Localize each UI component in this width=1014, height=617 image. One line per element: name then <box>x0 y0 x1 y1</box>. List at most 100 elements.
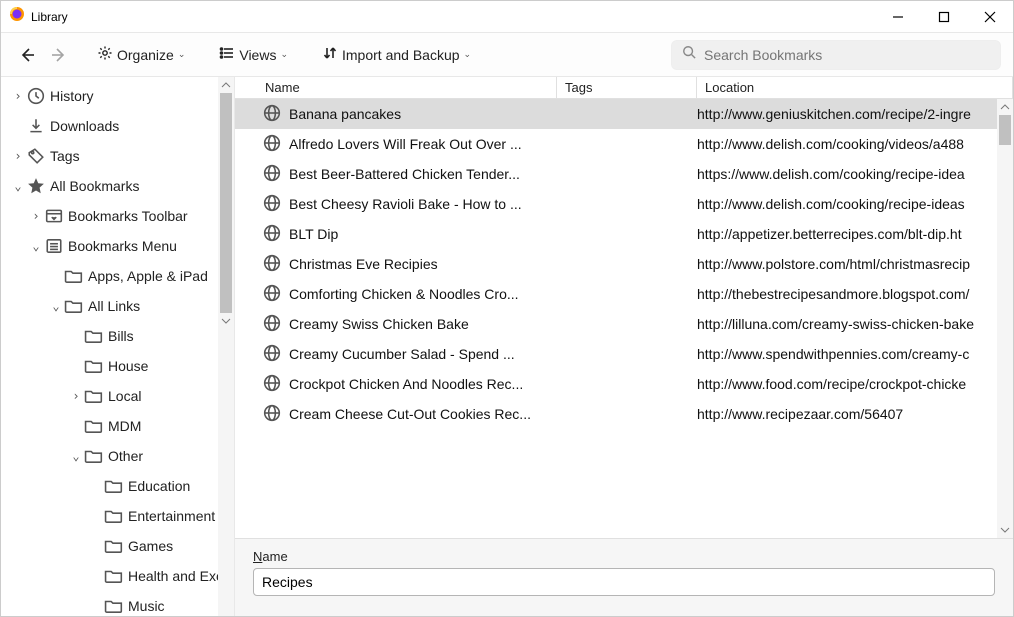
globe-icon <box>263 134 289 155</box>
views-button[interactable]: Views ⌄ <box>213 41 294 68</box>
import-backup-button[interactable]: Import and Backup ⌄ <box>316 41 477 68</box>
sidebar-item-downloads[interactable]: Downloads <box>1 111 234 141</box>
sidebar-item-health[interactable]: Health and Exe <box>1 561 234 591</box>
sidebar-item-tags[interactable]: › Tags <box>1 141 234 171</box>
folder-icon <box>65 267 83 285</box>
forward-button[interactable] <box>45 43 73 67</box>
list-row[interactable]: Christmas Eve Recipieshttp://www.polstor… <box>235 249 1013 279</box>
main-list: Name Tags Location Banana pancakeshttp:/… <box>235 77 1013 616</box>
sidebar-item-entertainment[interactable]: Entertainment <box>1 501 234 531</box>
folder-icon <box>85 447 103 465</box>
search-box[interactable] <box>671 40 1001 70</box>
import-label: Import and Backup <box>342 47 460 63</box>
scroll-up-icon[interactable] <box>218 77 234 93</box>
globe-icon <box>263 284 289 305</box>
list-icon <box>219 45 235 64</box>
scroll-down-icon[interactable] <box>997 522 1013 538</box>
sidebar-item-house[interactable]: House <box>1 351 234 381</box>
star-icon <box>27 177 45 195</box>
maximize-button[interactable] <box>921 1 967 33</box>
sidebar-item-mdm[interactable]: MDM <box>1 411 234 441</box>
firefox-icon <box>9 6 25 27</box>
close-button[interactable] <box>967 1 1013 33</box>
list-row[interactable]: Cream Cheese Cut-Out Cookies Rec...http:… <box>235 399 1013 429</box>
titlebar: Library <box>1 1 1013 33</box>
sidebar-item-local[interactable]: › Local <box>1 381 234 411</box>
column-header-tags[interactable]: Tags <box>557 77 697 98</box>
sidebar-item-label: Games <box>128 538 173 554</box>
list-scrollbar[interactable] <box>997 99 1013 538</box>
sidebar-item-bookmarks-menu[interactable]: ⌄ Bookmarks Menu <box>1 231 234 261</box>
sidebar-item-other[interactable]: ⌄ Other <box>1 441 234 471</box>
scroll-thumb[interactable] <box>999 115 1011 145</box>
sidebar-item-games[interactable]: Games <box>1 531 234 561</box>
sidebar-item-label: Tags <box>50 148 80 164</box>
folder-icon <box>105 597 123 615</box>
row-location-text: http://www.food.com/recipe/crockpot-chic… <box>697 376 1013 392</box>
folder-icon <box>105 477 123 495</box>
sidebar: › History Downloads › Tags ⌄ All Bookmar… <box>1 77 235 616</box>
list-row[interactable]: Best Cheesy Ravioli Bake - How to ...htt… <box>235 189 1013 219</box>
sidebar-item-label: Downloads <box>50 118 119 134</box>
folder-icon <box>85 357 103 375</box>
folder-icon <box>85 327 103 345</box>
chevron-right-icon: › <box>11 149 25 163</box>
window-title: Library <box>31 10 68 24</box>
sidebar-item-all-links[interactable]: ⌄ All Links <box>1 291 234 321</box>
views-label: Views <box>239 47 276 63</box>
sidebar-item-label: House <box>108 358 148 374</box>
scroll-up-icon[interactable] <box>997 99 1013 115</box>
sidebar-item-label: Music <box>128 598 165 614</box>
chevron-down-icon: ⌄ <box>69 449 83 463</box>
sidebar-item-music[interactable]: Music <box>1 591 234 616</box>
list-row[interactable]: Crockpot Chicken And Noodles Rec...http:… <box>235 369 1013 399</box>
list-row[interactable]: Creamy Cucumber Salad - Spend ...http://… <box>235 339 1013 369</box>
sidebar-item-label: Education <box>128 478 190 494</box>
globe-icon <box>263 254 289 275</box>
toolbar: Organize ⌄ Views ⌄ Import and Backup ⌄ <box>1 33 1013 77</box>
sidebar-item-education[interactable]: Education <box>1 471 234 501</box>
row-name-text: Best Beer-Battered Chicken Tender... <box>289 166 520 182</box>
organize-button[interactable]: Organize ⌄ <box>91 41 191 68</box>
sidebar-item-bookmarks-toolbar[interactable]: › Bookmarks Toolbar <box>1 201 234 231</box>
chevron-right-icon: › <box>29 209 43 223</box>
search-input[interactable] <box>704 47 990 63</box>
list-row[interactable]: Creamy Swiss Chicken Bakehttp://lilluna.… <box>235 309 1013 339</box>
clock-icon <box>27 87 45 105</box>
row-name-text: Christmas Eve Recipies <box>289 256 438 272</box>
folder-icon <box>85 387 103 405</box>
chevron-right-icon: › <box>11 89 25 103</box>
scroll-thumb[interactable] <box>220 93 232 313</box>
column-header-name[interactable]: Name <box>257 77 557 98</box>
sidebar-item-label: History <box>50 88 94 104</box>
sort-icon <box>322 45 338 64</box>
list-row[interactable]: BLT Diphttp://appetizer.betterrecipes.co… <box>235 219 1013 249</box>
scroll-down-icon[interactable] <box>218 313 234 329</box>
list-header: Name Tags Location <box>235 77 1013 99</box>
list-row[interactable]: Banana pancakeshttp://www.geniuskitchen.… <box>235 99 1013 129</box>
back-button[interactable] <box>13 43 41 67</box>
row-location-text: http://www.delish.com/cooking/videos/a48… <box>697 136 1013 152</box>
minimize-button[interactable] <box>875 1 921 33</box>
globe-icon <box>263 194 289 215</box>
sidebar-item-bills[interactable]: Bills <box>1 321 234 351</box>
row-location-text: http://www.delish.com/cooking/recipe-ide… <box>697 196 1013 212</box>
list-row[interactable]: Alfredo Lovers Will Freak Out Over ... ht… <box>235 129 1013 159</box>
organize-label: Organize <box>117 47 174 63</box>
list-row[interactable]: Comforting Chicken & Noodles Cro...http:… <box>235 279 1013 309</box>
sidebar-scrollbar[interactable] <box>218 77 234 616</box>
menu-icon <box>45 237 63 255</box>
sidebar-item-apps[interactable]: Apps, Apple & iPad <box>1 261 234 291</box>
chevron-down-icon: ⌄ <box>11 179 25 193</box>
column-header-location[interactable]: Location <box>697 77 1013 98</box>
search-icon <box>682 45 696 64</box>
details-name-input[interactable] <box>253 568 995 596</box>
folder-icon <box>85 417 103 435</box>
sidebar-item-all-bookmarks[interactable]: ⌄ All Bookmarks <box>1 171 234 201</box>
row-name-text: BLT Dip <box>289 226 338 242</box>
sidebar-item-label: Bookmarks Toolbar <box>68 208 188 224</box>
list-row[interactable]: Best Beer-Battered Chicken Tender...http… <box>235 159 1013 189</box>
list-body: Banana pancakeshttp://www.geniuskitchen.… <box>235 99 1013 538</box>
sidebar-item-history[interactable]: › History <box>1 81 234 111</box>
row-name-text: Alfredo Lovers Will Freak Out Over ... <box>289 136 522 152</box>
